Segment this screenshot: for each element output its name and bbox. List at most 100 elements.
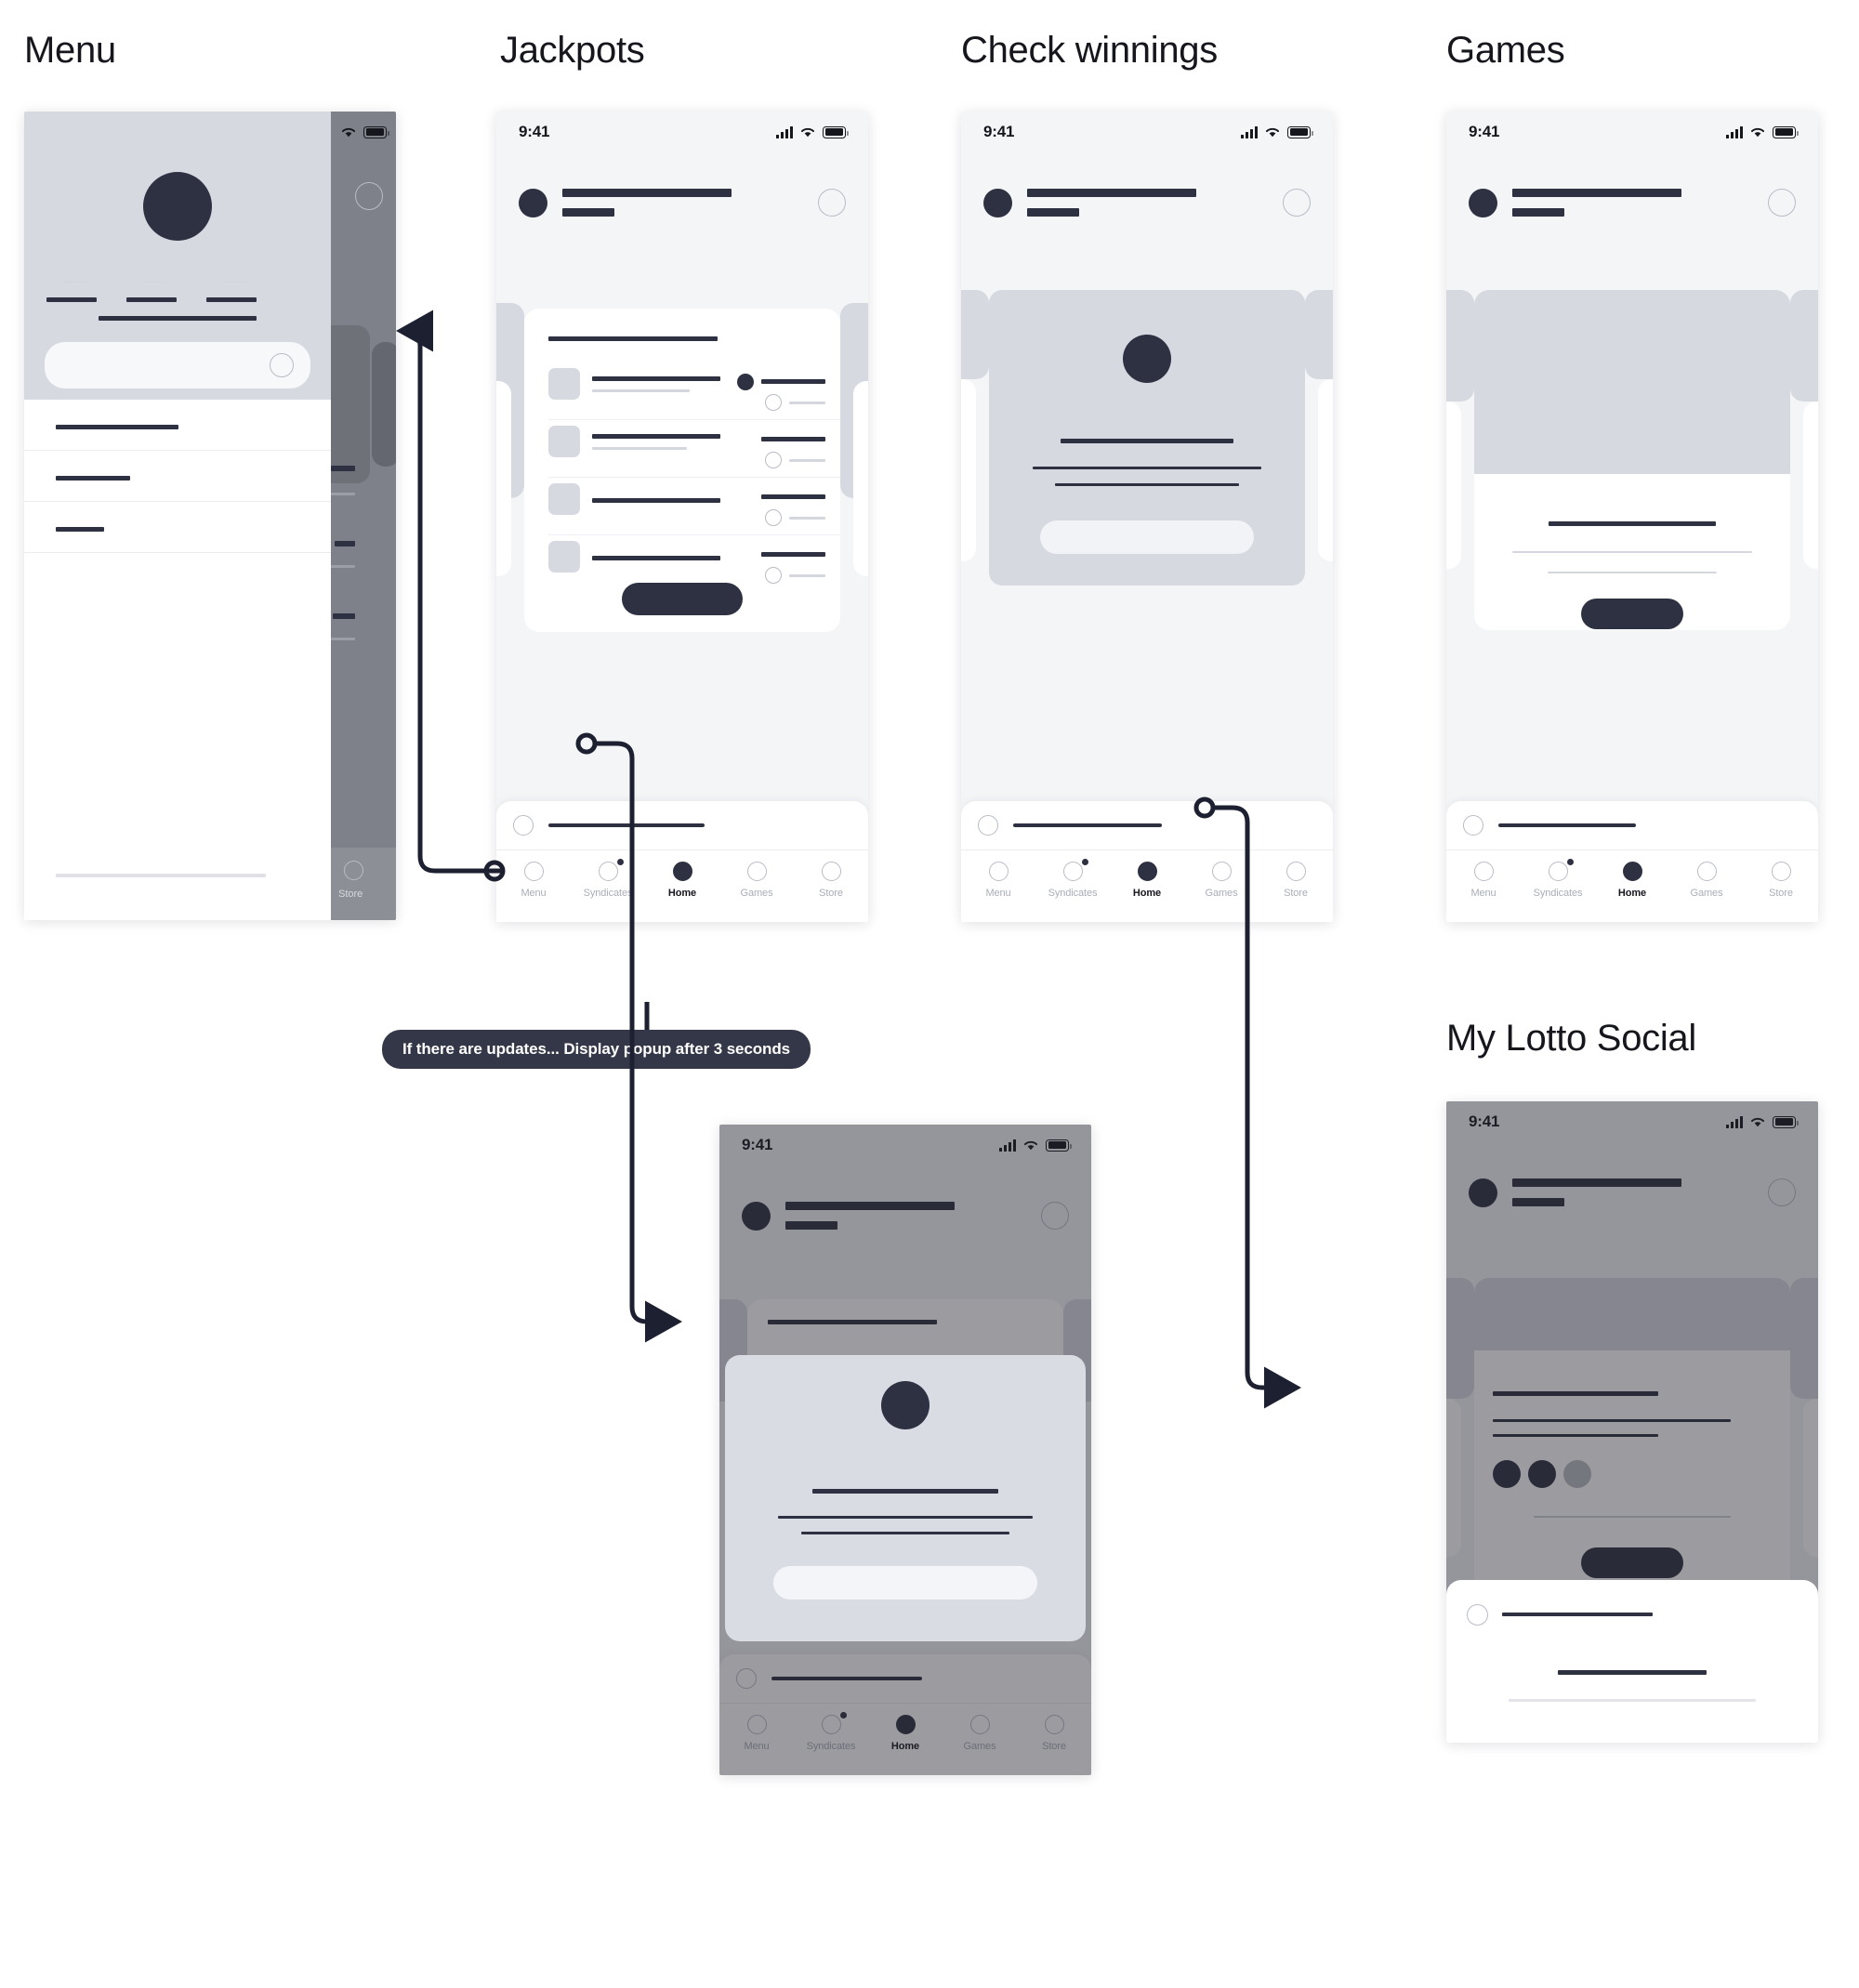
carousel-peek-right[interactable]	[1305, 290, 1333, 379]
tab-games[interactable]: Games	[719, 862, 794, 899]
carousel-peek-right[interactable]	[1790, 290, 1818, 402]
avatar[interactable]	[1469, 188, 1497, 217]
jackpot-row-radio[interactable]	[765, 452, 782, 468]
tab-store[interactable]: Store	[1744, 862, 1818, 899]
carousel-peek-left[interactable]	[1446, 1278, 1474, 1399]
check-winnings-body-line	[1033, 467, 1261, 469]
search-icon[interactable]	[513, 815, 534, 836]
search-icon[interactable]	[736, 1668, 757, 1689]
search-icon[interactable]	[1463, 815, 1483, 836]
tab-syndicates[interactable]: Syndicates	[571, 859, 645, 899]
games-cta-button[interactable]	[1581, 599, 1683, 629]
tab-menu[interactable]: Menu	[496, 862, 571, 899]
jackpots-screen[interactable]: 9:41 Menu Syndicates Home Games Store	[496, 112, 868, 922]
tab-games[interactable]: Games	[943, 1715, 1017, 1752]
games-screen[interactable]: 9:41 Menu Syndicates Home Games Store	[1446, 112, 1818, 922]
popup-modal-cta-button[interactable]	[773, 1566, 1037, 1600]
tab-games[interactable]: Games	[1669, 862, 1744, 899]
list-item[interactable]	[24, 502, 331, 553]
jackpots-cta-button[interactable]	[622, 583, 743, 615]
check-winnings-hero-icon	[1123, 335, 1171, 383]
tab-label: Home	[1132, 888, 1162, 899]
tab-store[interactable]: Store	[1017, 1715, 1091, 1752]
check-winnings-body-line	[1055, 483, 1239, 486]
my-lotto-social-screen[interactable]: 9:41	[1446, 1101, 1818, 1743]
carousel-peek-left[interactable]	[961, 290, 989, 379]
list-item[interactable]	[24, 451, 331, 502]
app-header	[719, 1165, 1091, 1266]
frame-title-menu: Menu	[24, 30, 116, 71]
status-icons	[999, 1139, 1072, 1152]
tab-menu[interactable]: Menu	[1446, 862, 1521, 899]
tab-syndicates[interactable]: Syndicates	[1035, 859, 1110, 899]
tab-bar[interactable]: Menu Syndicates Home Games Store	[719, 1703, 1091, 1775]
jackpot-row-thumb	[548, 541, 580, 573]
notifications-icon[interactable]	[1041, 1202, 1069, 1230]
jackpot-row[interactable]	[524, 478, 840, 535]
status-bar: 9:41	[496, 112, 868, 152]
popup-screen[interactable]: 9:41 Menu Syndicates Home Games Store	[719, 1125, 1091, 1775]
syndicates-icon	[1062, 862, 1083, 881]
tab-home[interactable]: Home	[1595, 862, 1669, 899]
menu-search-pill[interactable]	[45, 342, 310, 388]
jackpot-row-radio[interactable]	[765, 394, 782, 411]
jackpot-row-radio[interactable]	[765, 567, 782, 584]
search-input[interactable]	[771, 1677, 922, 1680]
search-icon[interactable]	[270, 353, 294, 377]
tab-menu[interactable]: Menu	[961, 862, 1035, 899]
check-winnings-screen[interactable]: 9:41 Menu Syndicates Home Games Store	[961, 112, 1333, 922]
list-item[interactable]	[24, 400, 331, 451]
tab-bar[interactable]: Menu Syndicates Home Games Store	[496, 849, 868, 922]
avatar[interactable]	[1469, 1178, 1497, 1207]
carousel-peek-right[interactable]	[1790, 1278, 1818, 1399]
sheet-avatar-icon[interactable]	[1467, 1604, 1488, 1626]
tab-menu[interactable]: Menu	[719, 1715, 794, 1752]
notifications-icon[interactable]	[1283, 189, 1311, 217]
carousel-peek-left[interactable]	[1446, 290, 1474, 402]
tab-syndicates[interactable]: Syndicates	[794, 1712, 868, 1752]
tab-home[interactable]: Home	[1110, 862, 1184, 899]
tab-store[interactable]: Store	[1259, 862, 1333, 899]
tab-bar[interactable]: Menu Syndicates Home Games Store	[1446, 849, 1818, 922]
menu-underlying-tab-label: Store	[338, 889, 363, 900]
check-winnings-searchbar[interactable]	[961, 801, 1333, 849]
tab-syndicates[interactable]: Syndicates	[1521, 859, 1595, 899]
menu-nav-sublabel	[62, 281, 88, 283]
jackpot-row[interactable]	[524, 362, 840, 420]
avatar[interactable]	[983, 188, 1012, 217]
menu-hero-avatar	[143, 172, 212, 241]
tab-store[interactable]: Store	[794, 862, 868, 899]
jackpots-searchbar[interactable]	[496, 801, 868, 849]
notifications-icon[interactable]	[1768, 1178, 1796, 1206]
notifications-icon[interactable]	[1768, 189, 1796, 217]
tab-label: Menu	[1470, 888, 1496, 899]
jackpot-row[interactable]	[524, 420, 840, 478]
jackpot-row-radio[interactable]	[765, 509, 782, 526]
notifications-icon[interactable]	[818, 189, 846, 217]
tab-home[interactable]: Home	[645, 862, 719, 899]
search-input[interactable]	[1498, 823, 1636, 827]
avatar[interactable]	[742, 1201, 771, 1231]
avatar[interactable]	[519, 188, 547, 217]
search-input[interactable]	[1013, 823, 1162, 827]
search-input[interactable]	[548, 823, 705, 827]
check-winnings-cta-button[interactable]	[1040, 520, 1254, 554]
tab-home[interactable]: Home	[868, 1715, 943, 1752]
games-searchbar[interactable]	[1446, 801, 1818, 849]
menu-screen[interactable]: Store	[24, 112, 396, 920]
menu-nav-column[interactable]	[126, 281, 184, 302]
social-avatar-group[interactable]	[1493, 1460, 1591, 1488]
menu-nav-sublabel	[142, 281, 168, 283]
menu-nav-column[interactable]	[46, 281, 104, 302]
social-bottom-sheet[interactable]	[1446, 1580, 1818, 1743]
menu-drawer-hero	[24, 112, 331, 400]
social-cta-button[interactable]	[1581, 1547, 1683, 1578]
search-icon[interactable]	[978, 815, 998, 836]
tab-bar[interactable]: Menu Syndicates Home Games Store	[961, 849, 1333, 922]
tab-games[interactable]: Games	[1184, 862, 1259, 899]
popup-searchbar[interactable]	[719, 1654, 1091, 1703]
notification-badge	[1082, 859, 1088, 865]
menu-nav-column[interactable]	[206, 281, 264, 302]
jackpot-row-thumb	[548, 483, 580, 515]
popup-modal[interactable]	[725, 1355, 1086, 1641]
